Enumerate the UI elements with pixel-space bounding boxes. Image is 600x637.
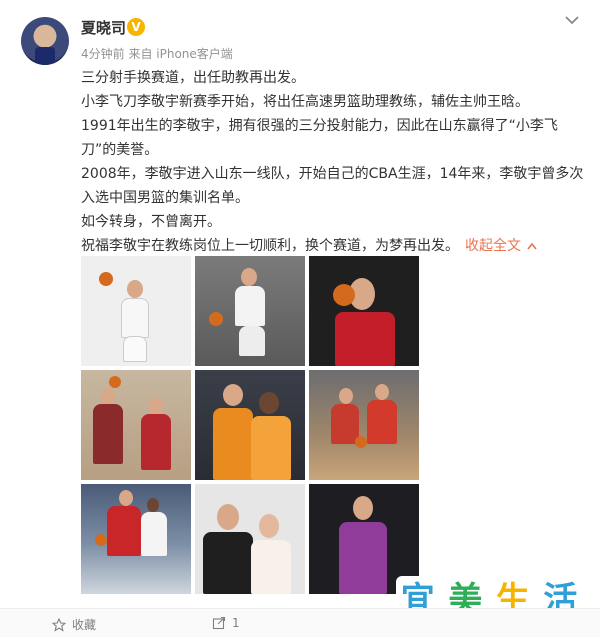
photo-grid [81, 256, 421, 598]
post-paragraph: 如今转身，不曾离开。 [81, 214, 221, 230]
repost-icon [212, 616, 226, 630]
photo-red-jersey-game-action[interactable] [309, 370, 419, 480]
post-meta: 4分钟前 来自 iPhone客户端 [81, 47, 233, 61]
photo-red-jersey-driving[interactable] [81, 484, 191, 594]
avatar[interactable] [21, 17, 69, 65]
username[interactable]: 夏晓司 [81, 17, 126, 38]
repost-button[interactable]: 1 [212, 616, 240, 630]
favorite-button[interactable]: 收藏 [52, 616, 96, 633]
photo-white-jersey-holding-ball[interactable] [81, 256, 191, 366]
post-content: 三分射手换赛道，出任助教再出发。 小李飞刀李敬宇新赛季开始，将出任高速男篮助理教… [81, 66, 591, 258]
post-paragraph: 1991年出生的李敬宇，拥有很强的三分投射能力，因此在山东赢得了“小李飞刀”的美… [81, 118, 558, 158]
photo-white-jersey-dribbling[interactable] [195, 256, 305, 366]
photo-red-jersey-portrait[interactable] [309, 256, 419, 366]
vip-badge-icon: V [127, 18, 145, 36]
post-paragraph: 小李飞刀李敬宇新赛季开始，将出任高速男篮助理教练，辅佐主帅王晗。 [81, 94, 529, 110]
star-icon [52, 617, 66, 632]
collapse-text-link[interactable]: 收起全文 [465, 238, 521, 254]
post-paragraph: 三分射手换赛道，出任助教再出发。 [81, 70, 305, 86]
post-paragraph: 2008年，李敬宇进入山东一线队，开始自己的CBA生涯，14年来，李敬宇曾多次入… [81, 166, 584, 206]
chevron-down-icon[interactable] [563, 13, 581, 27]
photo-orange-jersey-celebration[interactable] [195, 370, 305, 480]
post-footer: 收藏 1 [0, 608, 600, 637]
photo-wedding-photo[interactable] [195, 484, 305, 594]
favorite-label: 收藏 [72, 618, 97, 632]
chevron-up-icon[interactable] [527, 242, 537, 250]
repost-count: 1 [232, 616, 240, 630]
photo-red-jersey-team-huddle[interactable] [81, 370, 191, 480]
post-paragraph: 祝福李敬宇在教练岗位上一切顺利，换个赛道，为梦再出发。 [81, 238, 459, 254]
post-paragraph-last: 祝福李敬宇在教练岗位上一切顺利，换个赛道，为梦再出发。 收起全文 [81, 234, 591, 258]
weibo-post: 夏晓司 V 4分钟前 来自 iPhone客户端 三分射手换赛道，出任助教再出发。… [0, 0, 600, 637]
